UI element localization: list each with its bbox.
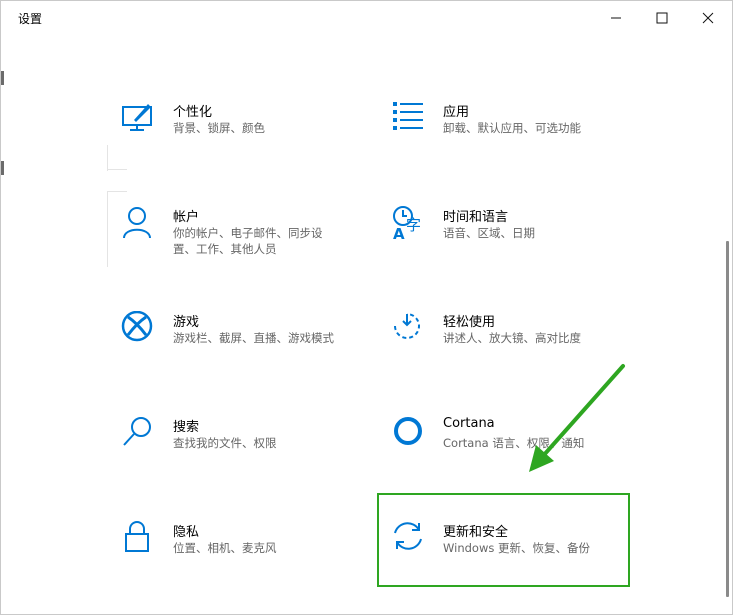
xbox-icon: [121, 310, 161, 351]
personalization-icon: [121, 101, 161, 141]
title-bar: 设置: [1, 1, 732, 34]
tile-description: 游戏栏、截屏、直播、游戏模式: [173, 331, 334, 345]
tile-ease-of-access[interactable]: 轻松使用 讲述人、放大镜、高对比度: [391, 311, 641, 391]
scrollbar-thumb[interactable]: [726, 241, 729, 597]
tile-description: 背景、锁屏、颜色: [173, 121, 265, 135]
tile-label: 游戏: [173, 315, 200, 330]
accounts-icon: [121, 206, 161, 246]
time-language-icon: A 字: [391, 206, 431, 246]
tile-apps[interactable]: 应用 卸载、默认应用、可选功能: [391, 101, 641, 181]
tile-label: 轻松使用: [443, 315, 496, 330]
ease-of-access-icon: [391, 311, 431, 351]
tile-label: 时间和语言: [443, 210, 509, 225]
window-title: 设置: [18, 12, 43, 26]
tile-cortana[interactable]: Cortana Cortana 语言、权限、通知: [391, 416, 641, 496]
tile-description: 你的帐户、电子邮件、同步设置、工作、其他人员: [173, 226, 323, 256]
cortana-icon: [391, 416, 431, 456]
divider: [107, 191, 108, 267]
maximize-button[interactable]: [639, 1, 685, 34]
minimize-button[interactable]: [593, 1, 639, 34]
tile-personalization[interactable]: 个性化 背景、锁屏、颜色: [121, 101, 371, 181]
tile-accounts[interactable]: 帐户 你的帐户、电子邮件、同步设置、工作、其他人员: [121, 206, 371, 286]
tile-description: 语音、区域、日期: [443, 226, 535, 240]
tile-description: 位置、相机、麦克风: [173, 541, 277, 555]
svg-text:A: A: [393, 225, 405, 243]
tile-label: 个性化: [173, 105, 213, 120]
tile-search[interactable]: 搜索 查找我的文件、权限: [121, 416, 371, 496]
close-icon: [702, 12, 714, 23]
tile-privacy[interactable]: 隐私 位置、相机、麦克风: [121, 521, 371, 601]
tile-time-language[interactable]: A 字 时间和语言 语音、区域、日期: [391, 206, 641, 286]
edge-mark: [1, 71, 4, 85]
tile-label: 搜索: [173, 420, 200, 435]
close-button[interactable]: [685, 1, 731, 34]
tile-description: 卸载、默认应用、可选功能: [443, 121, 581, 135]
minimize-icon: [611, 17, 621, 18]
maximize-icon: [656, 12, 668, 23]
tile-label: 应用: [443, 105, 470, 120]
tile-description: 查找我的文件、权限: [173, 436, 277, 450]
tile-label: Cortana: [443, 416, 495, 431]
tile-label: 帐户: [173, 210, 200, 225]
tile-gaming[interactable]: 游戏 游戏栏、截屏、直播、游戏模式: [121, 310, 371, 391]
tile-label: 隐私: [173, 525, 200, 540]
svg-text:字: 字: [406, 216, 421, 234]
divider: [107, 191, 127, 192]
tile-description: 讲述人、放大镜、高对比度: [443, 331, 581, 345]
tile-description: Cortana 语言、权限、通知: [443, 436, 585, 450]
annotation-highlight-box: [377, 493, 630, 587]
apps-icon: [391, 101, 431, 141]
settings-window: 设置 个性化 背景、锁屏、颜色 应用 卸载、默认应用、可选功能 帐户 你的帐户、…: [0, 0, 733, 615]
search-icon: [121, 416, 161, 456]
divider: [107, 145, 108, 171]
edge-mark: [1, 161, 4, 175]
lock-icon: [121, 521, 161, 561]
